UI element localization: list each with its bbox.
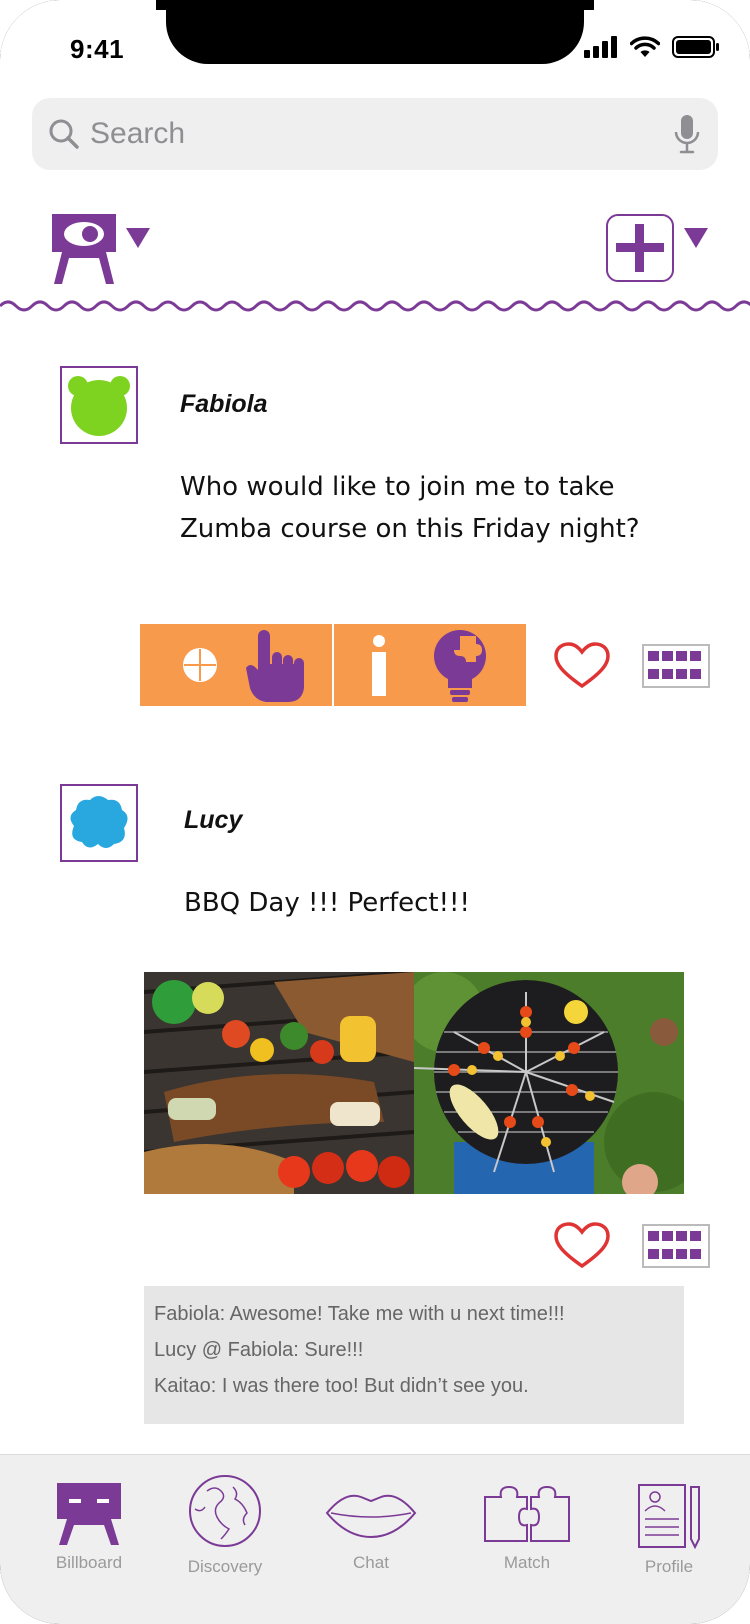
billboard-dropdown-icon[interactable] — [126, 228, 150, 248]
add-post-button[interactable] — [606, 214, 674, 282]
add-dropdown-icon[interactable] — [684, 228, 708, 248]
wifi-icon — [630, 36, 660, 57]
tab-chat[interactable]: Chat — [306, 1483, 436, 1573]
battery-icon — [672, 36, 719, 58]
globe-icon — [189, 1475, 261, 1547]
tab-label: Chat — [353, 1553, 389, 1572]
comment: Fabiola: Awesome! Take me with u next ti… — [154, 1303, 565, 1325]
comment: Kaitao: I was there too! But didn’t see … — [154, 1375, 529, 1397]
avatar[interactable] — [60, 784, 138, 862]
notch-ear — [584, 0, 594, 10]
post-text-line: Zumba course on this Friday night? — [180, 514, 640, 544]
plus-icon — [616, 224, 664, 272]
search-input[interactable] — [90, 112, 650, 156]
pointing-hand-icon — [246, 630, 304, 702]
tab-label: Match — [503, 1553, 551, 1572]
notch — [166, 0, 584, 64]
tab-billboard[interactable]: Billboard — [24, 1483, 154, 1573]
idea-bulb-puzzle-icon — [434, 630, 486, 702]
tab-bar: Billboard Discovery Chat Match Profile — [0, 1454, 750, 1624]
comments-box: Fabiola: Awesome! Take me with u next ti… — [144, 1286, 684, 1424]
post-action-strip — [140, 624, 526, 706]
billboard-icon[interactable] — [52, 214, 116, 284]
info-icon — [372, 635, 386, 696]
comment: Lucy @ Fabiola: Sure!!! — [154, 1339, 364, 1361]
search-bar[interactable] — [32, 98, 718, 170]
post-text: BBQ Day !!! Perfect!!! — [184, 882, 470, 924]
tab-label: Profile — [644, 1557, 694, 1576]
notch-ear — [156, 0, 166, 10]
search-icon — [49, 119, 79, 149]
phone-screen: 9:41 Search Fabiola Who would like to jo… — [0, 0, 750, 1624]
billboard-icon — [57, 1483, 121, 1545]
grid-icon[interactable] — [642, 1224, 710, 1268]
tab-match[interactable]: Match — [462, 1483, 592, 1573]
status-time: 9:41 — [70, 34, 125, 64]
signal-icon — [584, 36, 617, 58]
post-text-line: BBQ Day !!! Perfect!!! — [184, 888, 470, 918]
post-author[interactable]: Lucy — [184, 806, 242, 835]
tab-label: Billboard — [55, 1553, 123, 1572]
status-icons — [584, 36, 720, 58]
crosshair-icon — [183, 648, 217, 682]
post-photos[interactable] — [144, 972, 684, 1194]
grid-icon[interactable] — [642, 644, 710, 688]
post-author[interactable]: Fabiola — [180, 390, 268, 419]
microphone-icon[interactable] — [674, 114, 700, 154]
tab-label: Discovery — [187, 1557, 263, 1576]
tab-discovery[interactable]: Discovery — [160, 1475, 290, 1577]
lips-icon — [325, 1494, 417, 1539]
puzzle-icon — [484, 1485, 570, 1542]
join-action[interactable] — [140, 624, 332, 706]
bbq-photo-grill-overhead[interactable] — [414, 972, 684, 1194]
info-action[interactable] — [332, 624, 526, 706]
tab-profile[interactable]: Profile — [604, 1483, 734, 1577]
heart-icon[interactable] — [554, 1222, 610, 1270]
wavy-divider — [0, 300, 750, 312]
bbq-food-image — [144, 972, 414, 1194]
bear-avatar-icon — [68, 376, 130, 436]
bbq-photo-grill-close-up[interactable] — [144, 972, 414, 1194]
avatar[interactable] — [60, 366, 138, 444]
profile-document-icon — [638, 1484, 700, 1549]
post-text: Who would like to join me to take Zumba … — [180, 466, 640, 550]
blob-avatar-icon — [70, 796, 128, 848]
post-text-line: Who would like to join me to take — [180, 472, 615, 502]
heart-icon[interactable] — [554, 642, 610, 690]
bbq-grill-image — [414, 972, 684, 1194]
